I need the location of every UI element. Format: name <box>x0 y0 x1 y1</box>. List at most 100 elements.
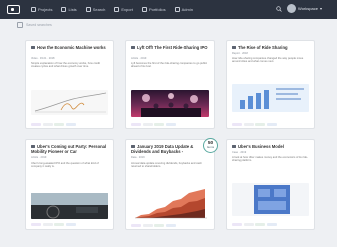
nav-item-admin[interactable]: Admin <box>174 5 193 14</box>
card-meta: Video · 03:21 · 2018 <box>31 57 55 60</box>
card-title-text: The Rise of Ride Sharing <box>238 45 288 50</box>
nav-item-portfolios[interactable]: Portfolios <box>141 5 166 14</box>
card-image-dividends-chart <box>131 187 209 220</box>
card-tags <box>232 223 277 226</box>
tag[interactable] <box>42 123 53 126</box>
tag[interactable] <box>31 123 41 126</box>
tag[interactable] <box>42 223 53 226</box>
nav-item-search[interactable]: Search <box>85 5 106 14</box>
card-title-text: How the Economic Machine works <box>37 45 106 50</box>
nav-label: Projects <box>38 7 53 12</box>
tag[interactable] <box>65 223 76 226</box>
nav-item-projects[interactable]: Projects <box>31 5 52 14</box>
tag[interactable] <box>266 223 277 226</box>
tag[interactable] <box>255 123 265 126</box>
case-icon <box>232 145 236 149</box>
search-icon <box>85 7 91 12</box>
card-title-text: Uber's Coming out Party: Personal Mobili… <box>31 144 107 154</box>
search-icon[interactable] <box>276 6 282 12</box>
gear-icon <box>174 7 180 12</box>
card-tags <box>31 123 76 126</box>
tag[interactable] <box>65 123 76 126</box>
app-logo[interactable] <box>7 5 20 14</box>
card-tags <box>31 223 76 226</box>
tag[interactable] <box>243 123 254 126</box>
card-description: Simple explanation of how the economy wo… <box>31 62 101 69</box>
avatar <box>287 4 296 13</box>
tag[interactable] <box>243 223 254 226</box>
tag[interactable] <box>266 123 277 126</box>
card-meta: Article · 2019 <box>31 156 47 159</box>
tag[interactable] <box>54 123 64 126</box>
breadcrumb[interactable]: Saved searches <box>17 22 52 28</box>
card-title[interactable]: Lyft Off! The First Ride-Sharing IPO <box>131 45 210 50</box>
nav-label: Search <box>92 7 106 12</box>
card-image-car-dashboard <box>31 193 108 219</box>
tag[interactable] <box>165 224 176 227</box>
article-icon <box>31 145 35 149</box>
card-title[interactable]: January 2019 Data Update & Dividends and… <box>131 144 210 154</box>
count-caption: items <box>206 145 215 150</box>
nav-item-lists[interactable]: Lists <box>61 5 77 14</box>
card-title-text: January 2019 Data Update & Dividends and… <box>131 144 194 154</box>
card-meta: Article · 2019 <box>131 57 147 60</box>
card-title[interactable]: Uber's Coming out Party: Personal Mobili… <box>31 144 109 154</box>
card-tags <box>232 123 277 126</box>
content-card[interactable]: Lyft Off! The First Ride-Sharing IPO Art… <box>125 40 215 129</box>
tag[interactable] <box>131 123 141 126</box>
tag[interactable] <box>154 123 164 126</box>
card-description: Uber's long-awaited IPO and the question… <box>31 162 99 169</box>
breadcrumb-label: Saved searches <box>26 23 52 27</box>
count-badge[interactable]: 50 items <box>203 138 218 153</box>
tag[interactable] <box>131 224 141 227</box>
card-meta: Data · 2019 <box>131 156 145 159</box>
tag[interactable] <box>255 223 265 226</box>
card-tags <box>131 224 176 227</box>
card-meta: Report · 2018 <box>232 52 248 55</box>
card-description: A look at how Uber makes money and the e… <box>232 156 308 163</box>
tag[interactable] <box>31 223 41 226</box>
account-menu[interactable]: Workspace ▾ <box>287 4 322 13</box>
card-title-text: Lyft Off! The First Ride-Sharing IPO <box>137 45 208 50</box>
card-description: How ride-sharing companies changed the w… <box>232 57 304 64</box>
card-title[interactable]: How the Economic Machine works <box>31 45 109 50</box>
nav-label: Portfolios <box>148 7 166 12</box>
tag[interactable] <box>154 224 164 227</box>
card-description: Annual data update covering dividends, b… <box>131 162 202 169</box>
card-title[interactable]: The Rise of Ride Sharing <box>232 45 310 50</box>
chevron-down-icon: ▾ <box>319 6 322 11</box>
tag[interactable] <box>142 224 153 227</box>
content-card[interactable]: The Rise of Ride Sharing Report · 2018 H… <box>226 40 315 129</box>
card-image-business-model <box>232 183 309 216</box>
card-tags <box>131 123 176 126</box>
content-card[interactable]: January 2019 Data Update & Dividends and… <box>125 139 215 230</box>
content-card[interactable]: Uber's Business Model Case · 2019 A look… <box>226 139 315 230</box>
list-icon <box>61 7 67 12</box>
account-name: Workspace <box>298 6 318 11</box>
tag[interactable] <box>54 223 64 226</box>
card-image-ride-sharing <box>232 84 309 112</box>
folder-icon <box>31 7 36 12</box>
nav-label: Lists <box>68 7 77 12</box>
report-icon <box>232 46 236 50</box>
article-icon <box>131 46 135 50</box>
card-description: Lyft becomes the first of the ride-shari… <box>131 62 208 69</box>
video-icon <box>31 46 35 50</box>
export-icon <box>114 7 120 12</box>
card-image-economic-machine <box>31 90 108 115</box>
card-title[interactable]: Uber's Business Model <box>232 144 310 149</box>
content-card[interactable]: Uber's Coming out Party: Personal Mobili… <box>25 139 114 230</box>
data-icon <box>131 145 135 149</box>
nav-item-export[interactable]: Export <box>114 5 133 14</box>
briefcase-icon <box>141 7 147 12</box>
card-title-text: Uber's Business Model <box>238 144 284 149</box>
tag[interactable] <box>232 223 242 226</box>
tag[interactable] <box>165 123 176 126</box>
main-nav: Projects Lists Search Export Portfolios … <box>31 5 193 14</box>
nav-label: Admin <box>181 7 193 12</box>
top-bar: Projects Lists Search Export Portfolios … <box>0 0 337 19</box>
tag[interactable] <box>142 123 153 126</box>
card-image-lyft-ipo <box>131 90 209 117</box>
tag[interactable] <box>232 123 242 126</box>
content-card[interactable]: How the Economic Machine works Video · 0… <box>25 40 114 129</box>
